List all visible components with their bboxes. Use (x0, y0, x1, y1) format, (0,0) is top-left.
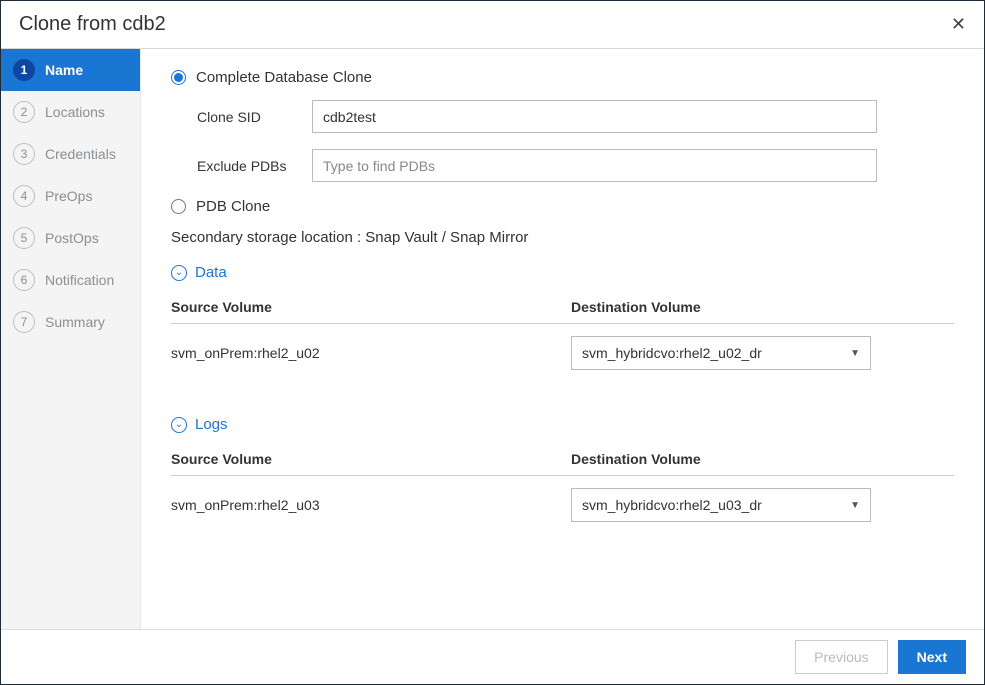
step-locations[interactable]: 2 Locations (1, 91, 140, 133)
table-row: svm_onPrem:rhel2_u03 svm_hybridcvo:rhel2… (171, 476, 954, 534)
logs-dest-select[interactable]: svm_hybridcvo:rhel2_u03_dr ▼ (571, 488, 871, 522)
step-summary[interactable]: 7 Summary (1, 301, 140, 343)
step-label: PreOps (45, 188, 92, 204)
dialog-footer: Previous Next (1, 629, 984, 684)
dialog-header: Clone from cdb2 ✕ (1, 1, 984, 49)
step-label: Name (45, 62, 83, 78)
field-exclude-pdbs: Exclude PDBs (197, 149, 954, 182)
dialog-title: Clone from cdb2 (19, 13, 166, 36)
header-source: Source Volume (171, 299, 571, 315)
step-notification[interactable]: 6 Notification (1, 259, 140, 301)
radio-pdb-input[interactable] (171, 199, 186, 214)
chevron-down-icon: ⌄ (171, 417, 187, 433)
data-source-volume: svm_onPrem:rhel2_u02 (171, 345, 571, 361)
caret-down-icon: ▼ (850, 500, 860, 511)
next-button[interactable]: Next (898, 640, 966, 674)
radio-complete-clone[interactable]: Complete Database Clone (171, 69, 954, 86)
data-dest-value: svm_hybridcvo:rhel2_u02_dr (582, 345, 762, 361)
input-clone-sid[interactable] (312, 100, 877, 133)
step-label: Credentials (45, 146, 116, 162)
dialog-body: 1 Name 2 Locations 3 Credentials 4 PreOp… (1, 49, 984, 629)
collapser-logs[interactable]: ⌄ Logs (171, 416, 954, 433)
main-panel: Complete Database Clone Clone SID Exclud… (141, 49, 984, 629)
step-label: PostOps (45, 230, 99, 246)
step-credentials[interactable]: 3 Credentials (1, 133, 140, 175)
step-number: 6 (13, 269, 35, 291)
step-label: Notification (45, 272, 114, 288)
step-number: 1 (13, 59, 35, 81)
collapser-data-label: Data (195, 264, 227, 281)
previous-button[interactable]: Previous (795, 640, 887, 674)
wizard-sidebar: 1 Name 2 Locations 3 Credentials 4 PreOp… (1, 49, 141, 629)
step-label: Summary (45, 314, 105, 330)
data-volume-table: Source Volume Destination Volume svm_onP… (171, 291, 954, 382)
radio-complete-label: Complete Database Clone (196, 69, 372, 86)
data-dest-select[interactable]: svm_hybridcvo:rhel2_u02_dr ▼ (571, 336, 871, 370)
table-header: Source Volume Destination Volume (171, 443, 954, 476)
step-number: 2 (13, 101, 35, 123)
radio-complete-input[interactable] (171, 70, 186, 85)
label-clone-sid: Clone SID (197, 109, 312, 125)
logs-volume-table: Source Volume Destination Volume svm_onP… (171, 443, 954, 534)
logs-source-volume: svm_onPrem:rhel2_u03 (171, 497, 571, 513)
collapser-data[interactable]: ⌄ Data (171, 264, 954, 281)
table-header: Source Volume Destination Volume (171, 291, 954, 324)
step-number: 7 (13, 311, 35, 333)
radio-pdb-clone[interactable]: PDB Clone (171, 198, 954, 215)
secondary-storage-title: Secondary storage location : Snap Vault … (171, 229, 954, 246)
close-icon[interactable]: ✕ (951, 14, 966, 35)
step-name[interactable]: 1 Name (1, 49, 140, 91)
input-exclude-pdbs[interactable] (312, 149, 877, 182)
step-number: 3 (13, 143, 35, 165)
table-row: svm_onPrem:rhel2_u02 svm_hybridcvo:rhel2… (171, 324, 954, 382)
field-clone-sid: Clone SID (197, 100, 954, 133)
step-number: 5 (13, 227, 35, 249)
label-exclude-pdbs: Exclude PDBs (197, 158, 312, 174)
header-dest: Destination Volume (571, 451, 954, 467)
step-number: 4 (13, 185, 35, 207)
step-postops[interactable]: 5 PostOps (1, 217, 140, 259)
step-label: Locations (45, 104, 105, 120)
chevron-down-icon: ⌄ (171, 265, 187, 281)
logs-dest-value: svm_hybridcvo:rhel2_u03_dr (582, 497, 762, 513)
header-dest: Destination Volume (571, 299, 954, 315)
header-source: Source Volume (171, 451, 571, 467)
collapser-logs-label: Logs (195, 416, 228, 433)
step-preops[interactable]: 4 PreOps (1, 175, 140, 217)
radio-pdb-label: PDB Clone (196, 198, 270, 215)
caret-down-icon: ▼ (850, 348, 860, 359)
